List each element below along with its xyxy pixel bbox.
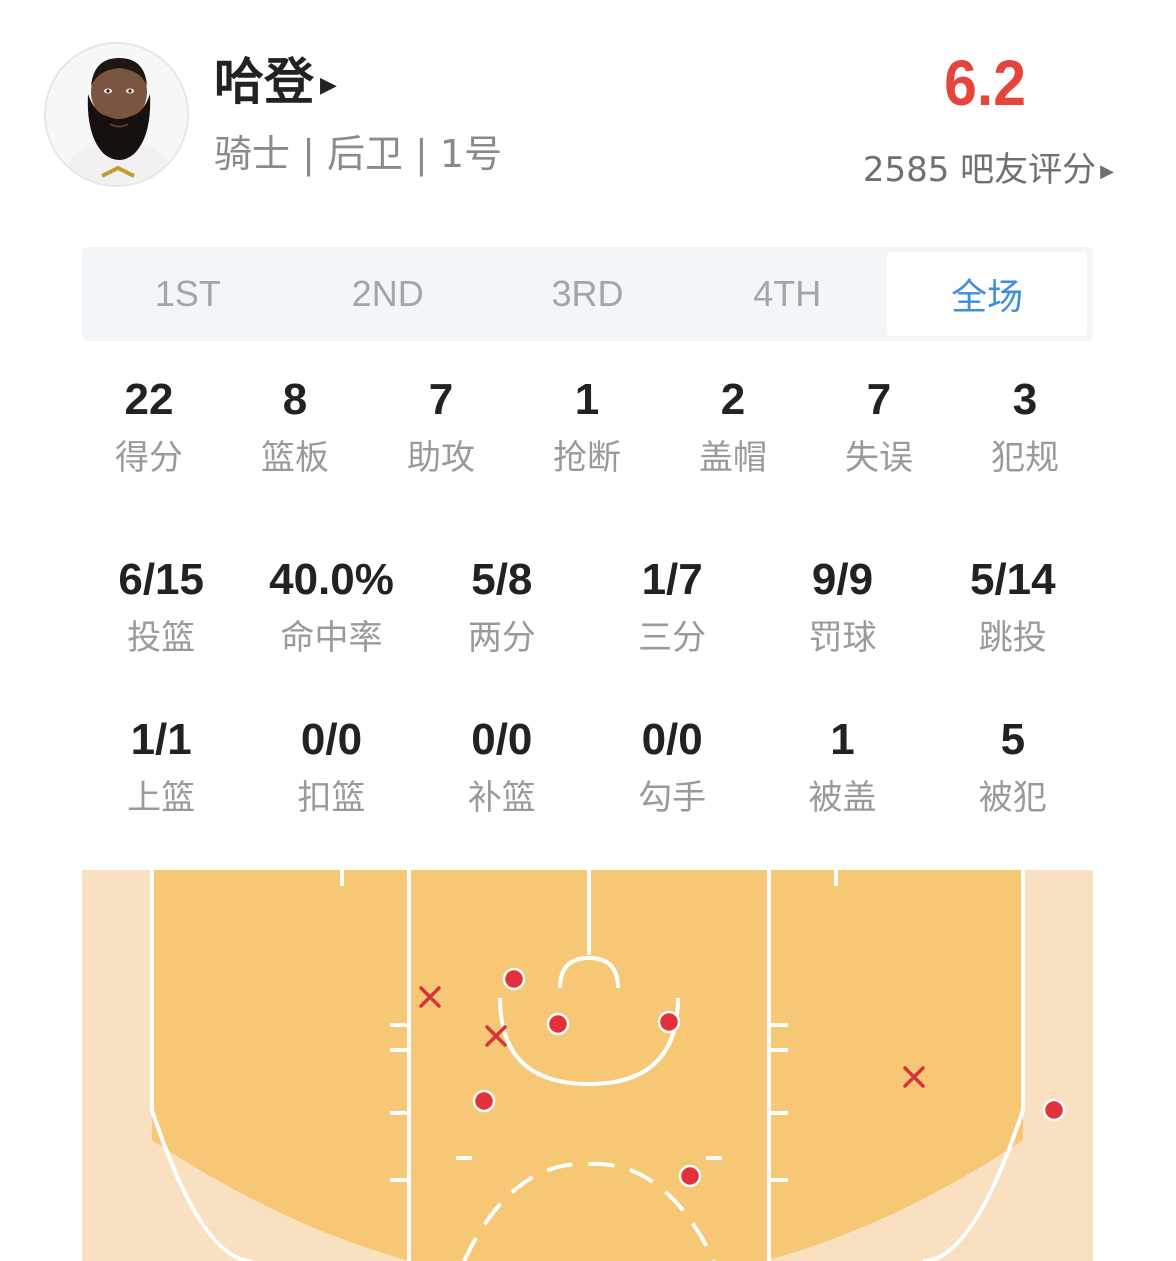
tab-2nd[interactable]: 2ND — [288, 252, 488, 336]
stat-label: 助攻 — [407, 438, 475, 478]
stat-label: 篮板 — [261, 438, 329, 478]
stat-three-pointers: 1/7 三分 — [587, 552, 757, 662]
stat-value: 0/0 — [641, 715, 703, 764]
stat-label: 跳投 — [978, 618, 1047, 658]
stat-value: 5 — [1000, 715, 1026, 764]
tab-full-game[interactable]: 全场 — [887, 252, 1087, 336]
stat-value: 1 — [830, 715, 855, 764]
stat-blocks: 2 盖帽 — [660, 372, 806, 482]
stat-blocked: 1 被盖 — [757, 712, 927, 822]
stat-layups: 1/1 上篮 — [76, 712, 246, 822]
stats-row-shot-types: 1/1 上篮 0/0 扣篮 0/0 补篮 0/0 勾手 1 被盖 5 被犯 — [76, 712, 1098, 822]
period-tabs: 1ST 2ND 3RD 4TH 全场 — [82, 247, 1093, 341]
stat-value: 3 — [1012, 375, 1038, 424]
stat-label: 抢断 — [553, 438, 621, 478]
made-shot-dot-icon — [502, 967, 526, 991]
stat-assists: 7 助攻 — [368, 372, 514, 482]
stat-label: 勾手 — [638, 778, 707, 818]
stat-value: 0/0 — [300, 715, 363, 764]
stat-hook-shots: 0/0 勾手 — [587, 712, 757, 822]
stat-label: 命中率 — [280, 618, 383, 658]
stat-fouls: 3 犯规 — [952, 372, 1098, 482]
stat-jump-shots: 5/14 跳投 — [928, 552, 1098, 662]
stat-free-throws: 9/9 罚球 — [757, 552, 927, 662]
stat-points: 22 得分 — [76, 372, 222, 482]
stat-label: 被犯 — [978, 778, 1047, 818]
stat-value: 1/1 — [130, 715, 192, 764]
stat-value: 22 — [124, 375, 174, 424]
stat-field-goals: 6/15 投篮 — [76, 552, 246, 662]
made-shot-dot-icon — [1042, 1098, 1066, 1122]
stats-row-basic: 22 得分 8 篮板 7 助攻 1 抢断 2 盖帽 7 失误 3 犯规 — [76, 372, 1098, 482]
stat-label: 得分 — [115, 438, 183, 478]
stat-label: 被盖 — [808, 778, 877, 818]
stat-two-pointers: 5/8 两分 — [417, 552, 587, 662]
player-headshot-icon — [46, 44, 187, 185]
stat-value: 1 — [574, 375, 600, 424]
stat-label: 犯规 — [991, 438, 1059, 478]
stat-label: 上篮 — [127, 778, 196, 818]
made-shot-dot-icon — [546, 1012, 570, 1036]
stat-label: 扣篮 — [297, 778, 366, 818]
play-arrow-icon: ▶ — [1100, 160, 1114, 182]
stat-fg-percentage: 40.0% 命中率 — [246, 552, 416, 662]
stat-label: 三分 — [638, 618, 707, 658]
tab-4th[interactable]: 4TH — [687, 252, 887, 336]
player-meta: 骑士 | 后卫 | 1号 — [214, 132, 503, 176]
stat-label: 投篮 — [127, 618, 196, 658]
rating-score: 6.2 — [944, 47, 1026, 119]
player-name-link[interactable]: 哈登 ▶ — [214, 52, 337, 116]
play-arrow-icon: ▶ — [320, 72, 337, 98]
ratings-link[interactable]: 2585 吧友评分 ▶ — [863, 148, 1114, 194]
stat-dunks: 0/0 扣篮 — [246, 712, 416, 822]
made-shot-dot-icon — [657, 1010, 681, 1034]
stat-value: 1/7 — [641, 555, 703, 604]
stat-label: 两分 — [467, 618, 536, 658]
stat-rebounds: 8 篮板 — [222, 372, 368, 482]
stat-label: 补篮 — [467, 778, 536, 818]
stat-value: 0/0 — [471, 715, 533, 764]
stat-value: 6/15 — [118, 555, 204, 604]
ratings-count: 2585 吧友评分 — [862, 150, 1097, 190]
stat-putbacks: 0/0 补篮 — [417, 712, 587, 822]
stat-value: 7 — [428, 375, 454, 424]
stat-value: 8 — [282, 375, 308, 424]
stat-value: 9/9 — [811, 555, 874, 604]
made-shot-dot-icon — [472, 1089, 496, 1113]
tab-1st[interactable]: 1ST — [88, 252, 288, 336]
stat-value: 7 — [866, 375, 892, 424]
player-name: 哈登 — [214, 53, 314, 111]
stat-turnovers: 7 失误 — [806, 372, 952, 482]
stat-steals: 1 抢断 — [514, 372, 660, 482]
made-shot-dot-icon — [678, 1164, 702, 1188]
shot-chart — [82, 870, 1093, 1261]
stat-fouls-drawn: 5 被犯 — [928, 712, 1098, 822]
tab-3rd[interactable]: 3RD — [488, 252, 688, 336]
stat-label: 失误 — [845, 438, 913, 478]
stat-label: 盖帽 — [699, 438, 767, 478]
stat-value: 2 — [720, 375, 746, 424]
stat-label: 罚球 — [808, 618, 877, 658]
stat-value: 40.0% — [269, 555, 394, 604]
player-avatar[interactable] — [44, 42, 189, 187]
stat-value: 5/8 — [471, 555, 533, 604]
stats-row-shooting: 6/15 投篮 40.0% 命中率 5/8 两分 1/7 三分 9/9 罚球 5… — [76, 552, 1098, 662]
court-diagram — [82, 870, 1093, 1261]
stat-value: 5/14 — [969, 555, 1056, 604]
